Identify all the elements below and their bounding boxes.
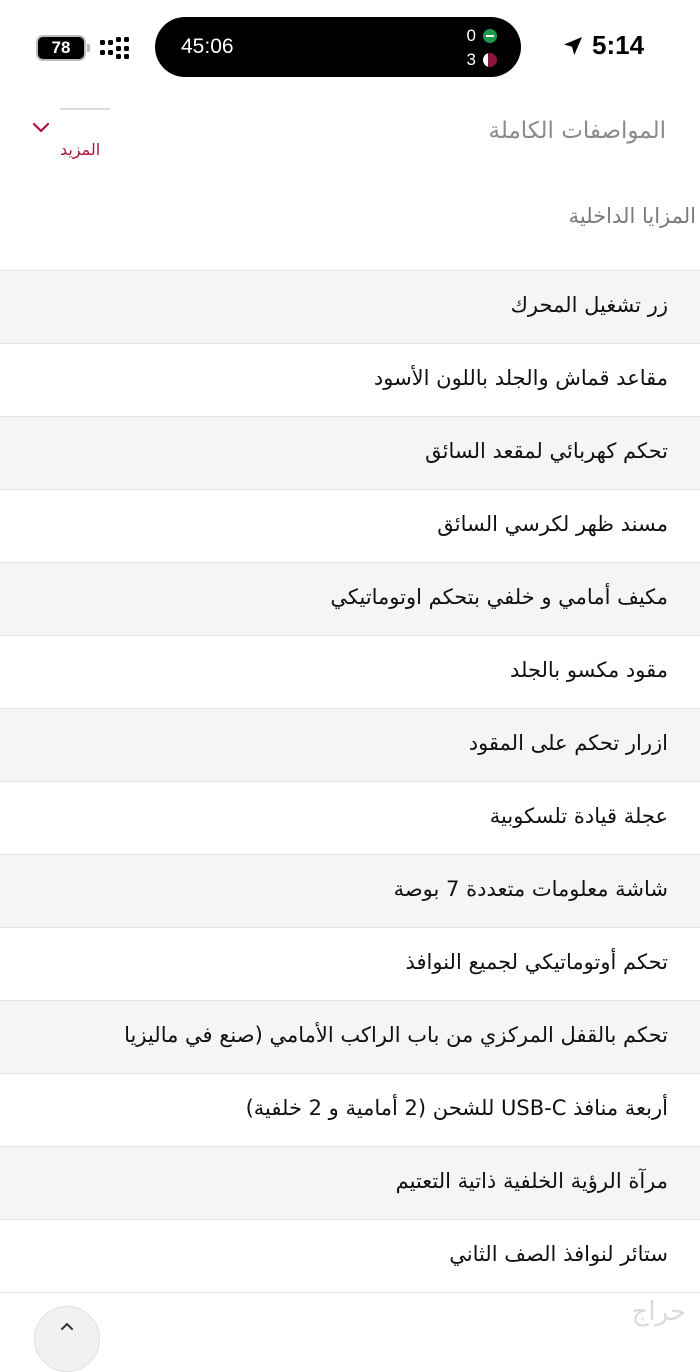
clock: 5:14 bbox=[592, 30, 645, 60]
feature-text: تحكم أوتوماتيكي لجميع النوافذ bbox=[405, 950, 668, 974]
location-arrow-icon bbox=[564, 36, 582, 55]
feature-row: ازرار تحكم على المقود bbox=[0, 709, 700, 782]
drag-handle bbox=[60, 108, 110, 110]
feature-text: مسند ظهر لكرسي السائق bbox=[437, 512, 668, 536]
feature-row: زر تشغيل المحرك bbox=[0, 271, 700, 344]
feature-row: أربعة منافذ USB-C للشحن (2 أمامية و 2 خل… bbox=[0, 1074, 700, 1147]
feature-row: عجلة قيادة تلسكوبية bbox=[0, 782, 700, 855]
section-title: المزايا الداخلية bbox=[568, 204, 696, 228]
battery-level: 78 bbox=[51, 38, 71, 57]
feature-row: مرآة الرؤية الخلفية ذاتية التعتيم bbox=[0, 1147, 700, 1220]
battery-cap bbox=[87, 44, 90, 52]
chevron-down-icon bbox=[32, 122, 50, 133]
feature-text: ازرار تحكم على المقود bbox=[468, 731, 668, 755]
feature-text: عجلة قيادة تلسكوبية bbox=[489, 804, 668, 828]
battery-icon: 78 bbox=[36, 35, 86, 61]
feature-text: مكيف أمامي و خلفي بتحكم اوتوماتيكي bbox=[330, 585, 668, 609]
signal-icon bbox=[100, 37, 129, 59]
team1-score: 0 bbox=[466, 26, 476, 45]
specs-header: المزيد المواصفات الكاملة bbox=[0, 92, 700, 180]
feature-row: تحكم كهربائي لمقعد السائق bbox=[0, 417, 700, 490]
feature-text: تحكم بالقفل المركزي من باب الراكب الأمام… bbox=[124, 1023, 668, 1047]
feature-text: مقود مكسو بالجلد bbox=[509, 658, 668, 682]
team2-score: 3 bbox=[466, 50, 476, 69]
feature-text: ستائر لنوافذ الصف الثاني bbox=[449, 1242, 668, 1266]
feature-list: زر تشغيل المحرك مقاعد قماش والجلد باللون… bbox=[0, 271, 700, 1293]
page-title: المواصفات الكاملة bbox=[488, 118, 666, 144]
feature-text: شاشة معلومات متعددة 7 بوصة bbox=[393, 877, 668, 901]
dynamic-island[interactable]: 45:06 0 3 bbox=[155, 17, 521, 77]
status-bar: 78 45:06 0 3 5:14 bbox=[0, 0, 700, 92]
more-label: المزيد bbox=[60, 140, 101, 159]
team1-flag-icon bbox=[483, 29, 497, 43]
feature-text: مرآة الرؤية الخلفية ذاتية التعتيم bbox=[395, 1169, 668, 1193]
feature-row: مكيف أمامي و خلفي بتحكم اوتوماتيكي bbox=[0, 563, 700, 636]
feature-row: تحكم بالقفل المركزي من باب الراكب الأمام… bbox=[0, 1001, 700, 1074]
match-timer: 45:06 bbox=[181, 35, 234, 58]
feature-row: تحكم أوتوماتيكي لجميع النوافذ bbox=[0, 928, 700, 1001]
feature-row: ستائر لنوافذ الصف الثاني bbox=[0, 1220, 700, 1293]
team2-score-row: 3 bbox=[467, 50, 497, 70]
chevron-up-icon bbox=[61, 1322, 73, 1330]
feature-text: تحكم كهربائي لمقعد السائق bbox=[425, 439, 668, 463]
time-group: 5:14 bbox=[562, 30, 644, 61]
battery-group: 78 bbox=[36, 35, 132, 61]
features-panel: المزايا الداخلية زر تشغيل المحرك مقاعد ق… bbox=[0, 180, 700, 1336]
team1-score-row: 0 bbox=[467, 26, 497, 46]
feature-text: مقاعد قماش والجلد باللون الأسود bbox=[373, 366, 668, 390]
scroll-top-button[interactable] bbox=[34, 1306, 100, 1372]
feature-text: زر تشغيل المحرك bbox=[510, 293, 668, 317]
feature-text: أربعة منافذ USB-C للشحن (2 أمامية و 2 خل… bbox=[245, 1096, 668, 1120]
team2-flag-icon bbox=[483, 53, 497, 67]
more-button[interactable]: المزيد bbox=[24, 118, 124, 168]
feature-row: شاشة معلومات متعددة 7 بوصة bbox=[0, 855, 700, 928]
feature-row: مقاعد قماش والجلد باللون الأسود bbox=[0, 344, 700, 417]
watermark-logo: حراج bbox=[631, 1297, 686, 1327]
feature-row: مسند ظهر لكرسي السائق bbox=[0, 490, 700, 563]
list-header: المزايا الداخلية bbox=[0, 180, 700, 271]
feature-row: مقود مكسو بالجلد bbox=[0, 636, 700, 709]
